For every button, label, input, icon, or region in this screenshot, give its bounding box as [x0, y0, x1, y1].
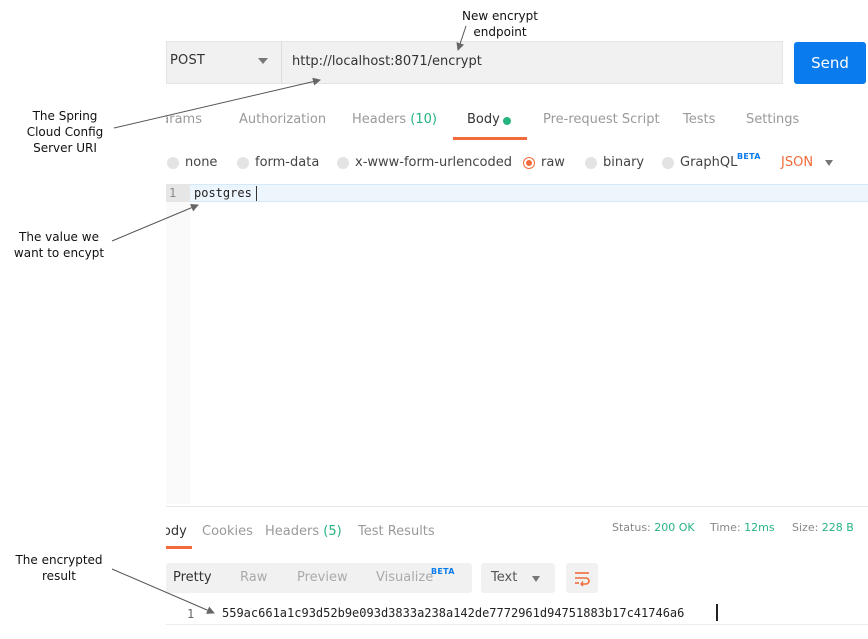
annotation-line: endpoint: [473, 25, 527, 39]
annotation-line: want to encypt: [13, 246, 105, 260]
beta-badge: BETA: [431, 567, 455, 576]
radio-none-label[interactable]: none: [185, 155, 217, 170]
postman-panel: [166, 0, 868, 639]
radio-form-data[interactable]: [237, 157, 249, 169]
wrap-lines-icon[interactable]: [573, 569, 591, 587]
active-tab-indicator: [166, 546, 192, 549]
tab-headers[interactable]: Headers (10): [352, 112, 437, 127]
radio-graphql[interactable]: [662, 157, 674, 169]
view-visualize-button[interactable]: Visualize: [376, 570, 433, 585]
size-value: 228 B: [821, 521, 854, 534]
time-readout: Time: 12ms: [710, 521, 775, 534]
tab-params-wrapper[interactable]: Params: [166, 112, 214, 130]
tab-tests[interactable]: Tests: [683, 112, 715, 127]
tab-pre-request-script[interactable]: Pre-request Script: [543, 112, 660, 127]
response-tab-test-results[interactable]: Test Results: [358, 524, 435, 539]
divider: [281, 41, 282, 84]
modified-dot-icon: [503, 117, 511, 125]
time-label: Time:: [710, 521, 741, 534]
tab-params[interactable]: Params: [166, 112, 202, 127]
radio-none[interactable]: [167, 157, 179, 169]
response-tab-body-wrapper[interactable]: Body: [166, 524, 188, 542]
response-format-label[interactable]: Text: [491, 570, 517, 585]
annotation-line: The Spring: [32, 109, 98, 123]
beta-badge: BETA: [737, 152, 761, 161]
response-tab-cookies[interactable]: Cookies: [202, 524, 253, 539]
size-readout: Size: 228 B: [792, 521, 854, 534]
radio-graphql-label[interactable]: GraphQL: [680, 155, 737, 170]
annotation-margin: [0, 0, 166, 639]
view-raw-button[interactable]: Raw: [240, 570, 267, 585]
tab-headers-label: Headers: [352, 112, 407, 127]
divider: [166, 506, 868, 507]
chevron-down-icon[interactable]: [825, 160, 833, 166]
annotation-line: result: [42, 569, 76, 583]
radio-raw-label[interactable]: raw: [541, 155, 565, 170]
text-cursor: [716, 604, 718, 621]
response-tab-headers-count: (5): [323, 524, 342, 539]
tab-headers-count: (10): [410, 112, 437, 127]
send-button[interactable]: Send: [794, 42, 866, 84]
response-body-content[interactable]: 559ac661a1c93d52b9e093d3833a238a142de777…: [222, 606, 684, 620]
divider: [166, 624, 868, 625]
annotation-server-uri: The Spring Cloud Config Server URI: [10, 108, 120, 156]
line-number: 1: [169, 186, 177, 200]
response-line-number: 1: [187, 607, 195, 621]
annotation-line: Cloud Config: [26, 125, 104, 139]
method-select[interactable]: POST: [170, 53, 205, 68]
request-body-editor[interactable]: postgres: [194, 186, 252, 200]
annotation-value: The value we want to encypt: [4, 229, 114, 261]
annotation-endpoint: New encrypt endpoint: [440, 8, 560, 40]
annotation-line: The encrypted: [15, 553, 103, 567]
status-readout: Status: 200 OK: [612, 521, 695, 534]
tab-body[interactable]: Body: [467, 112, 500, 127]
editor-gutter: [166, 202, 190, 504]
annotation-line: The value we: [19, 230, 99, 244]
radio-binary[interactable]: [585, 157, 597, 169]
response-tab-body[interactable]: Body: [166, 524, 187, 539]
radio-urlencoded-label[interactable]: x-www-form-urlencoded: [355, 155, 512, 170]
annotation-result: The encrypted result: [4, 552, 114, 584]
radio-binary-label[interactable]: binary: [603, 155, 644, 170]
response-tab-headers-label: Headers: [265, 524, 320, 539]
radio-raw[interactable]: [523, 157, 535, 169]
chevron-down-icon[interactable]: [258, 58, 268, 64]
radio-form-data-label[interactable]: form-data: [255, 155, 319, 170]
time-value: 12ms: [744, 521, 775, 534]
text-cursor: [256, 186, 257, 201]
annotation-line: Server URI: [33, 141, 97, 155]
active-tab-indicator: [453, 137, 527, 140]
view-preview-button[interactable]: Preview: [297, 570, 348, 585]
status-value: 200 OK: [654, 521, 695, 534]
tab-settings[interactable]: Settings: [746, 112, 799, 127]
annotation-line: New encrypt: [462, 9, 538, 23]
editor-active-line[interactable]: [166, 184, 868, 202]
tab-authorization[interactable]: Authorization: [239, 112, 326, 127]
url-input[interactable]: http://localhost:8071/encrypt: [292, 54, 482, 69]
size-label: Size:: [792, 521, 819, 534]
view-pretty-button[interactable]: Pretty: [173, 570, 212, 585]
status-label: Status:: [612, 521, 651, 534]
chevron-down-icon[interactable]: [532, 576, 540, 582]
format-select[interactable]: JSON: [781, 155, 813, 170]
radio-urlencoded[interactable]: [337, 157, 349, 169]
response-tab-headers[interactable]: Headers (5): [265, 524, 342, 539]
